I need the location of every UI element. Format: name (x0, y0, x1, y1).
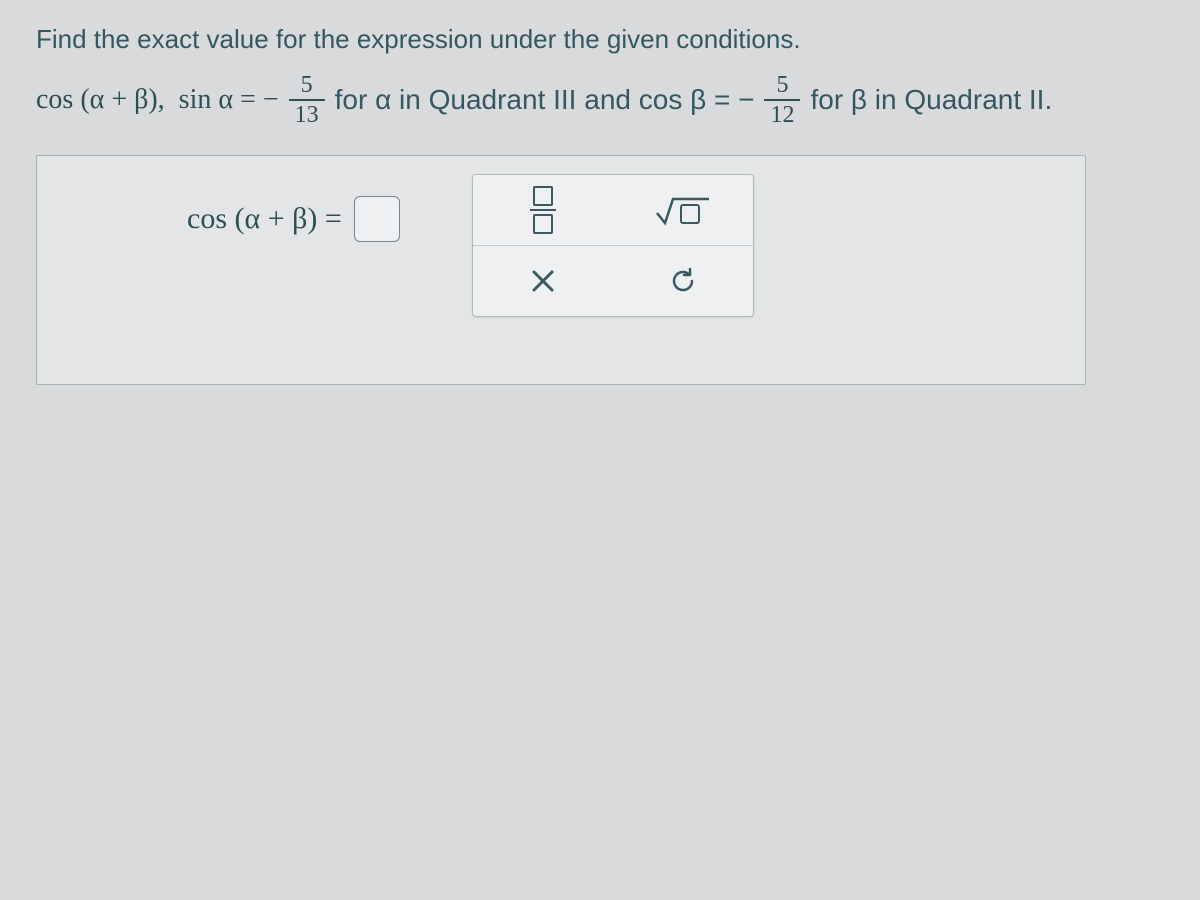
reset-icon (668, 266, 698, 296)
fraction-icon (530, 186, 556, 234)
answer-label: cos (α + β) = (187, 202, 342, 236)
frac1-num: 5 (295, 73, 319, 97)
question-page: Find the exact value for the expression … (0, 0, 1200, 409)
answer-input[interactable] (354, 196, 400, 242)
answer-expression: cos (α + β) = (187, 196, 400, 242)
reset-button[interactable] (628, 254, 738, 308)
sqrt-tool-button[interactable] (628, 183, 738, 237)
frac1-den: 13 (289, 103, 325, 127)
expr-lead: cos (α + β), sin α = − (36, 84, 279, 116)
frac1-bar (289, 99, 325, 101)
palette-row-2 (473, 245, 753, 316)
frac2-bar (764, 99, 800, 101)
fraction-5-13: 5 13 (289, 73, 325, 127)
prompt-title: Find the exact value for the expression … (36, 24, 1164, 55)
given-conditions: cos (α + β), sin α = − 5 13 for α in Qua… (36, 73, 1164, 127)
frac2-den: 12 (764, 103, 800, 127)
sqrt-icon (655, 193, 711, 227)
math-palette (472, 174, 754, 317)
answer-panel: cos (α + β) = (36, 155, 1086, 385)
frac2-num: 5 (770, 73, 794, 97)
close-icon (530, 268, 556, 294)
fraction-tool-button[interactable] (488, 183, 598, 237)
fraction-5-12: 5 12 (764, 73, 800, 127)
close-palette-button[interactable] (488, 254, 598, 308)
expr-mid2: for β in Quadrant II. (810, 84, 1052, 116)
expr-mid1: for α in Quadrant III and cos β = − (335, 84, 755, 116)
palette-row-1 (473, 175, 753, 245)
